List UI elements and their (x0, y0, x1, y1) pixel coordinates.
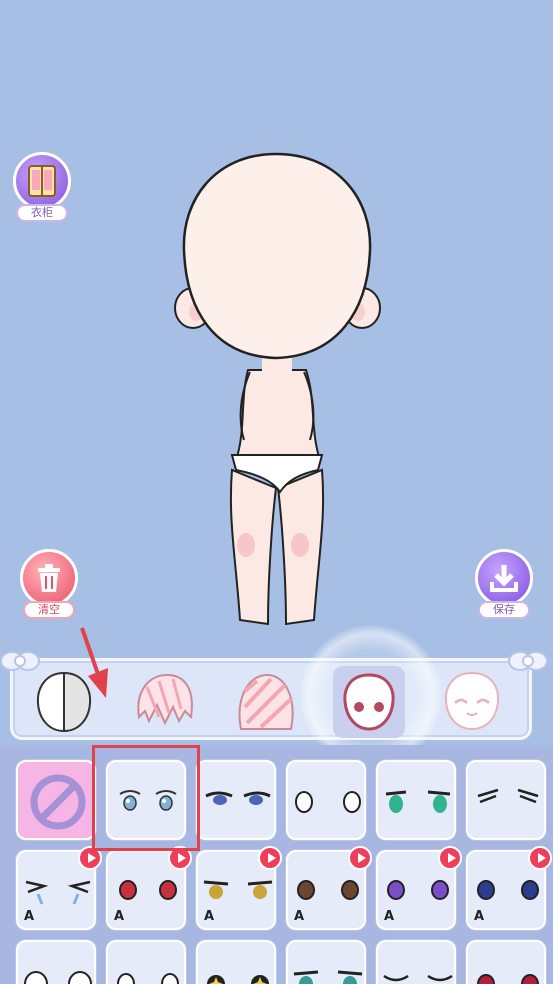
eye-option-blue-narrow[interactable] (196, 760, 276, 840)
video-unlock-badge-icon[interactable] (528, 846, 552, 870)
video-unlock-badge-icon[interactable] (168, 846, 192, 870)
eyes-closed-lines-icon (477, 788, 539, 804)
eye-option-closed-lines[interactable] (466, 760, 546, 840)
eyes-blue-narrow-icon (205, 791, 271, 805)
eye-option-white-large[interactable] (16, 940, 96, 984)
trash-icon (20, 549, 78, 607)
video-unlock-badge-icon[interactable] (78, 846, 102, 870)
option-letter: A (24, 909, 35, 924)
eye-option-yellow-gold[interactable]: A (196, 846, 282, 930)
option-letter: A (294, 909, 305, 924)
option-letter: A (384, 909, 395, 924)
eye-option-teary-closed[interactable]: A (16, 846, 102, 930)
eye-option-crimson[interactable] (466, 940, 546, 984)
download-icon (475, 549, 533, 607)
bow-right-icon (508, 651, 548, 671)
option-letter: A (114, 909, 125, 924)
eyes-blue-round-icon (119, 790, 177, 811)
eye-option-brown[interactable]: A (286, 846, 372, 930)
eyes-sleepy-closed-icon (383, 974, 453, 982)
option-letter: A (474, 909, 485, 924)
front-hair-icon (137, 673, 193, 726)
wardrobe-label: 衣柜 (16, 204, 68, 222)
eyes-white-large-icon (24, 971, 92, 984)
video-unlock-badge-icon[interactable] (348, 846, 372, 870)
category-eyes[interactable] (333, 666, 405, 738)
expression-icon (444, 671, 500, 731)
eyes-category-icon (343, 673, 395, 731)
eye-option-sleepy-closed[interactable] (376, 940, 456, 984)
eye-option-white-small[interactable] (106, 940, 186, 984)
eye-option-red[interactable]: A (106, 846, 192, 930)
wardrobe-button[interactable]: 衣柜 (10, 152, 74, 222)
eye-option-green[interactable] (376, 760, 456, 840)
category-front-hair[interactable] (128, 666, 200, 738)
eye-option-none[interactable] (16, 760, 96, 840)
eye-option-yellow-star[interactable] (196, 940, 276, 984)
video-unlock-badge-icon[interactable] (438, 846, 462, 870)
eyes-teal-icon (293, 970, 363, 984)
clear-button[interactable]: 清空 (17, 549, 81, 619)
no-entry-icon (30, 774, 86, 830)
eyes-crimson-icon (477, 974, 539, 984)
wardrobe-icon (13, 152, 71, 210)
eye-option-teal[interactable] (286, 940, 366, 984)
eyes-green-icon (385, 790, 451, 813)
save-button[interactable]: 保存 (472, 549, 536, 619)
eye-option-purple[interactable]: A (376, 846, 462, 930)
clear-label: 清空 (23, 601, 75, 619)
video-unlock-badge-icon[interactable] (258, 846, 282, 870)
eye-option-navy[interactable]: A (466, 846, 552, 930)
character-figure (174, 152, 381, 626)
eyes-blank-outline-icon (295, 791, 361, 813)
eye-option-blank-outline[interactable] (286, 760, 366, 840)
category-back-hair[interactable] (230, 666, 302, 738)
pointer-arrow-icon (80, 627, 108, 698)
category-expression[interactable] (436, 666, 508, 738)
eyes-yellow-star-icon (207, 975, 269, 984)
save-label: 保存 (478, 601, 530, 619)
eye-option-blue-round[interactable] (106, 760, 186, 840)
back-hair-icon (238, 673, 294, 730)
option-letter: A (204, 909, 215, 924)
eyes-white-small-icon (117, 973, 179, 984)
